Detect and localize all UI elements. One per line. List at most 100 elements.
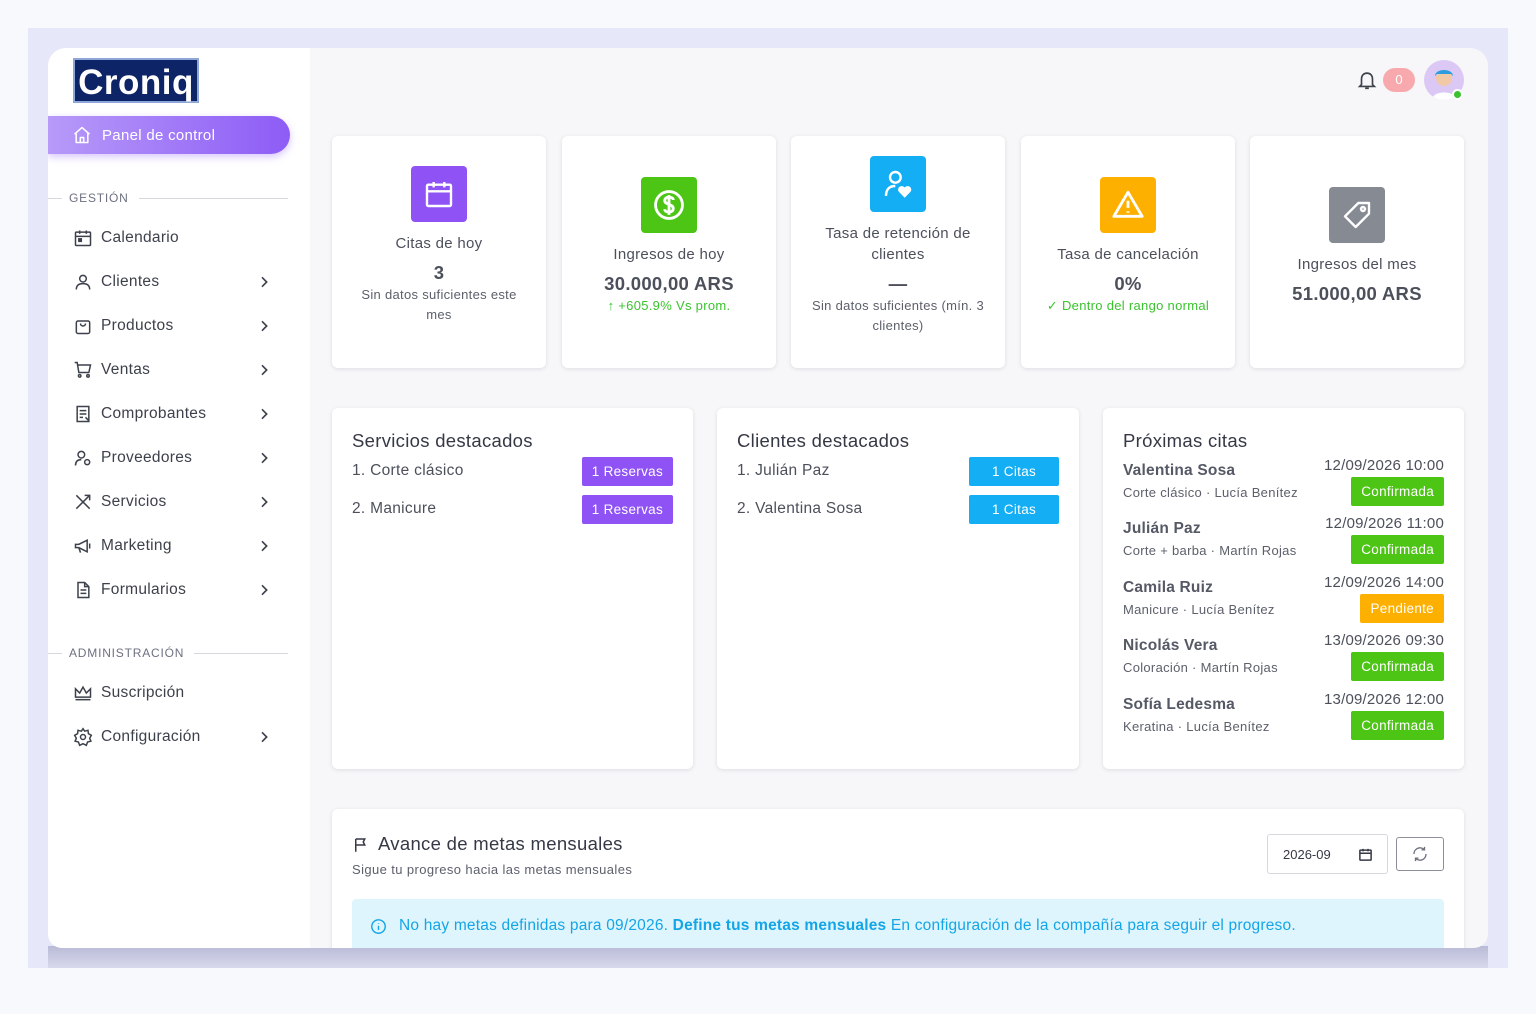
panel-title: Avance de metas mensuales — [378, 833, 623, 854]
list-item-name: 1. Corte clásico — [352, 462, 464, 479]
appointment-client: Camila Ruiz — [1123, 579, 1214, 596]
sidebar-item-marketing[interactable]: Marketing — [72, 532, 272, 560]
crown-icon — [74, 685, 92, 701]
info-alert: No hay metas definidas para 09/2026. Def… — [352, 899, 1444, 948]
appointment-row[interactable]: Valentina Sosa 12/09/2026 10:00 Corte cl… — [1123, 457, 1444, 512]
stat-label: Citas de hoy — [395, 235, 483, 252]
sidebar-item-label: Formularios — [101, 581, 187, 598]
sidebar-item-dashboard[interactable]: Panel de control — [48, 116, 290, 154]
month-picker-input[interactable]: 2026-09 — [1267, 834, 1388, 874]
define-goals-link[interactable]: Define tus metas mensuales — [673, 917, 887, 935]
info-icon — [371, 918, 386, 934]
stat-sub: Sin datos suficientes (mín. 3 clientes) — [812, 298, 984, 333]
sidebar-item-configuracion[interactable]: Configuración — [72, 723, 272, 751]
stat-sub: Sin datos suficientes este mes — [361, 287, 517, 322]
stat-card-citas-hoy: Citas de hoy 3 Sin datos suficientes est… — [332, 136, 546, 368]
count-badge: 1 Citas — [969, 494, 1059, 524]
panel-clientes-destacados: Clientes destacados 1. Julián Paz 1 Cita… — [717, 408, 1079, 769]
stat-label: Tasa de retención de clientes — [825, 225, 971, 263]
sidebar-item-label: Clientes — [101, 273, 160, 290]
bell-icon[interactable] — [1356, 69, 1378, 91]
list-item[interactable]: 1. Julián Paz 1 Citas — [737, 456, 1059, 486]
stat-label: Ingresos de hoy — [613, 246, 725, 263]
sidebar-item-label: Ventas — [101, 361, 151, 378]
sidebar-item-label: Comprobantes — [101, 405, 207, 422]
sidebar-item-formularios[interactable]: Formularios — [72, 576, 272, 604]
sidebar-item-label: Panel de control — [102, 126, 216, 144]
stat-sub: ↑ +605.9% Vs prom. — [607, 298, 731, 313]
appointment-client: Julián Paz — [1123, 520, 1201, 537]
status-badge: Confirmada — [1351, 477, 1444, 506]
appointment-row[interactable]: Julián Paz 12/09/2026 11:00 Corte + barb… — [1123, 515, 1444, 570]
appointment-client: Valentina Sosa — [1123, 462, 1236, 479]
sidebar-item-ventas[interactable]: Ventas — [72, 356, 272, 384]
stat-label: Tasa de cancelación — [1057, 246, 1199, 263]
panel-title: Servicios destacados — [352, 430, 533, 451]
stat-value: — — [888, 273, 908, 294]
list-item-name: 2. Manicure — [352, 500, 437, 517]
chevron-right-icon — [261, 276, 268, 288]
warning-icon — [1100, 177, 1156, 233]
chevron-right-icon — [261, 364, 268, 376]
sidebar-item-comprobantes[interactable]: Comprobantes — [72, 400, 272, 428]
refresh-button[interactable] — [1396, 837, 1444, 871]
flag-icon — [355, 838, 366, 852]
cart-icon — [74, 361, 92, 378]
stat-value: 0% — [1114, 273, 1142, 294]
stat-value: 30.000,00 ARS — [604, 273, 734, 294]
app-window: Croniq Panel de control GESTIÓN Calendar… — [48, 48, 1488, 948]
megaphone-icon — [74, 538, 91, 554]
sidebar: Croniq Panel de control GESTIÓN Calendar… — [48, 48, 310, 948]
appointment-detail: Manicure · Lucía Benítez — [1123, 602, 1275, 617]
count-badge: 1 Citas — [969, 456, 1059, 486]
appointment-detail: Keratina · Lucía Benítez — [1123, 719, 1270, 734]
appointment-row[interactable]: Camila Ruiz 12/09/2026 14:00 Manicure · … — [1123, 574, 1444, 629]
sidebar-item-label: Productos — [101, 317, 174, 334]
calendar-icon — [411, 166, 467, 222]
appointment-datetime: 13/09/2026 12:00 — [1324, 691, 1444, 708]
panel-metas-mensuales: Avance de metas mensuales Sigue tu progr… — [332, 809, 1464, 948]
sidebar-item-servicios[interactable]: Servicios — [72, 488, 272, 516]
refresh-icon — [1413, 846, 1427, 862]
receipt-icon — [76, 405, 90, 423]
tools-icon — [75, 494, 91, 510]
chevron-right-icon — [261, 408, 268, 420]
chevron-right-icon — [261, 540, 268, 552]
sidebar-item-label: Configuración — [101, 728, 201, 745]
stat-card-retencion: Tasa de retención de clientes — Sin dato… — [791, 136, 1005, 368]
appointment-row[interactable]: Sofía Ledesma 13/09/2026 12:00 Keratina … — [1123, 691, 1444, 746]
calendar-icon — [74, 230, 92, 247]
sidebar-item-label: Suscripción — [101, 684, 185, 701]
notification-badge[interactable]: 0 — [1383, 68, 1415, 92]
brand-logo[interactable]: Croniq — [73, 58, 199, 103]
gear-icon — [73, 727, 93, 747]
sidebar-item-clientes[interactable]: Clientes — [72, 268, 272, 296]
sidebar-item-proveedores[interactable]: Proveedores — [72, 444, 272, 472]
status-badge: Confirmada — [1351, 652, 1444, 681]
stat-card-ingresos-hoy: Ingresos de hoy 30.000,00 ARS ↑ +605.9% … — [562, 136, 776, 368]
form-icon — [77, 581, 90, 599]
calendar-icon[interactable] — [1358, 847, 1373, 862]
stat-value: 51.000,00 ARS — [1292, 283, 1422, 304]
chevron-right-icon — [261, 584, 268, 596]
sidebar-item-productos[interactable]: Productos — [72, 312, 272, 340]
panel-title: Próximas citas — [1123, 430, 1248, 451]
sidebar-item-suscripcion[interactable]: Suscripción — [72, 679, 272, 707]
panel-proximas-citas: Próximas citas Valentina Sosa 12/09/2026… — [1103, 408, 1464, 769]
list-item[interactable]: 2. Valentina Sosa 1 Citas — [737, 494, 1059, 524]
appointment-client: Nicolás Vera — [1123, 637, 1218, 654]
stat-card-cancelacion: Tasa de cancelación 0% ✓ Dentro del rang… — [1021, 136, 1235, 368]
stat-card-ingresos-mes: Ingresos del mes 51.000,00 ARS — [1250, 136, 1464, 368]
appointment-client: Sofía Ledesma — [1123, 696, 1236, 713]
list-item[interactable]: 1. Corte clásico 1 Reservas — [352, 456, 673, 486]
appointment-detail: Corte + barba · Martín Rojas — [1123, 543, 1297, 558]
alert-text-suffix: En configuración de la compañía para seg… — [890, 917, 1296, 934]
appointment-row[interactable]: Nicolás Vera 13/09/2026 09:30 Coloración… — [1123, 632, 1444, 687]
status-badge: Confirmada — [1351, 711, 1444, 740]
appointment-datetime: 12/09/2026 11:00 — [1325, 515, 1444, 532]
chevron-right-icon — [261, 452, 268, 464]
chevron-right-icon — [261, 496, 268, 508]
list-item[interactable]: 2. Manicure 1 Reservas — [352, 494, 673, 524]
appointment-detail: Coloración · Martín Rojas — [1123, 660, 1278, 675]
sidebar-item-calendario[interactable]: Calendario — [72, 224, 272, 252]
